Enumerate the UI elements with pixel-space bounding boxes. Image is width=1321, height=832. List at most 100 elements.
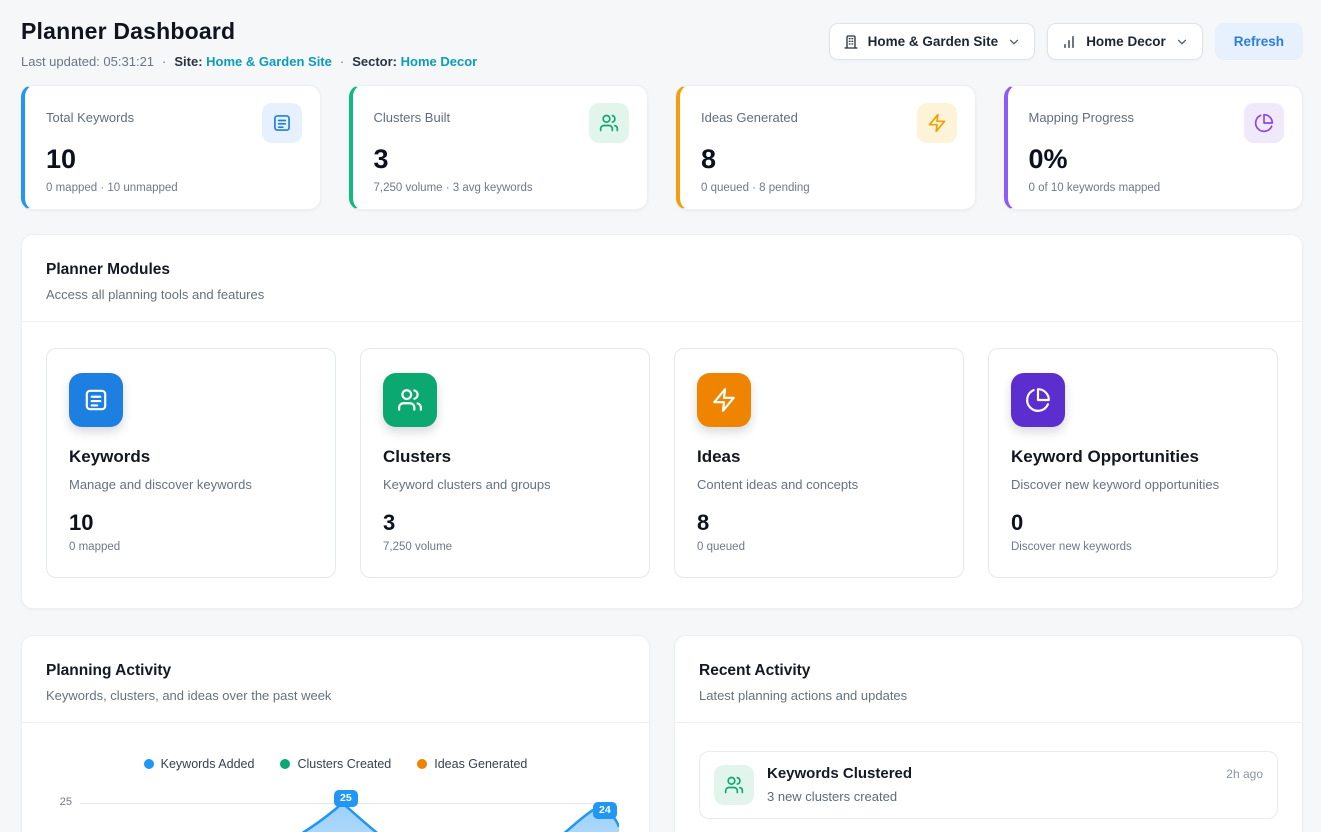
module-title: Keyword Opportunities bbox=[1011, 447, 1255, 467]
module-value: 0 bbox=[1011, 510, 1255, 536]
meta-separator: · bbox=[162, 54, 166, 69]
header-left: Planner Dashboard Last updated: 05:31:21… bbox=[21, 18, 477, 69]
meta-separator: · bbox=[340, 54, 344, 69]
header-controls: Home & Garden Site Home Decor Refresh bbox=[829, 23, 1303, 60]
stat-value: 0% bbox=[1029, 144, 1285, 175]
planner-modules-panel: Planner Modules Access all planning tool… bbox=[21, 234, 1303, 609]
sector-selector-label: Home Decor bbox=[1086, 34, 1166, 49]
legend-label: Clusters Created bbox=[297, 757, 391, 771]
activity-timestamp: 2h ago bbox=[1226, 767, 1263, 781]
activity-description: 3 new clusters created bbox=[767, 789, 1263, 804]
module-detail: 7,250 volume bbox=[383, 541, 627, 553]
stat-card-ideas-generated: Ideas Generated 8 0 queued · 8 pending bbox=[676, 85, 976, 210]
sector-selector-dropdown[interactable]: Home Decor bbox=[1047, 23, 1203, 60]
module-description: Discover new keyword opportunities bbox=[1011, 477, 1255, 492]
module-description: Content ideas and concepts bbox=[697, 477, 941, 492]
stat-card-total-keywords: Total Keywords 10 0 mapped · 10 unmapped bbox=[21, 85, 321, 210]
users-icon bbox=[589, 103, 629, 143]
planning-activity-body: Keywords Added Clusters Created Ideas Ge… bbox=[22, 723, 649, 832]
section-subtitle: Access all planning tools and features bbox=[46, 287, 1278, 302]
section-title: Planner Modules bbox=[46, 261, 1278, 279]
last-updated: Last updated: 05:31:21 bbox=[21, 54, 154, 69]
stat-value: 3 bbox=[374, 144, 630, 175]
note-icon bbox=[69, 373, 123, 427]
module-card-ideas[interactable]: Ideas Content ideas and concepts 8 0 que… bbox=[674, 348, 964, 578]
site-meta: Site: Home & Garden Site bbox=[174, 54, 332, 69]
legend-label: Keywords Added bbox=[161, 757, 255, 771]
legend-dot-green bbox=[280, 759, 290, 769]
module-card-clusters[interactable]: Clusters Keyword clusters and groups 3 7… bbox=[360, 348, 650, 578]
pie-chart-icon bbox=[1244, 103, 1284, 143]
stat-label: Ideas Generated bbox=[701, 110, 798, 125]
site-selector-dropdown[interactable]: Home & Garden Site bbox=[829, 23, 1036, 60]
module-card-keyword-opportunities[interactable]: Keyword Opportunities Discover new keywo… bbox=[988, 348, 1278, 578]
page-title: Planner Dashboard bbox=[21, 18, 477, 45]
stat-value: 8 bbox=[701, 144, 957, 175]
building-icon bbox=[843, 34, 859, 50]
chevron-down-icon bbox=[1007, 35, 1021, 49]
module-detail: 0 mapped bbox=[69, 541, 313, 553]
stat-detail: 0 mapped · 10 unmapped bbox=[46, 182, 302, 194]
module-detail: Discover new keywords bbox=[1011, 541, 1255, 553]
y-axis-tick: 25 bbox=[46, 796, 72, 808]
planning-activity-header: Planning Activity Keywords, clusters, an… bbox=[22, 636, 649, 723]
module-description: Keyword clusters and groups bbox=[383, 477, 627, 492]
stat-card-clusters-built: Clusters Built 3 7,250 volume · 3 avg ke… bbox=[349, 85, 649, 210]
stat-value: 10 bbox=[46, 144, 302, 175]
bottom-row: Planning Activity Keywords, clusters, an… bbox=[21, 635, 1303, 832]
legend-item-ideas-generated: Ideas Generated bbox=[417, 757, 527, 771]
bar-chart-icon bbox=[1061, 34, 1077, 50]
section-subtitle: Latest planning actions and updates bbox=[699, 688, 1278, 703]
chevron-down-icon bbox=[1175, 35, 1189, 49]
stat-detail: 0 of 10 keywords mapped bbox=[1029, 182, 1285, 194]
planning-activity-panel: Planning Activity Keywords, clusters, an… bbox=[21, 635, 650, 832]
users-icon bbox=[714, 765, 754, 805]
module-value: 10 bbox=[69, 510, 313, 536]
chart-legend: Keywords Added Clusters Created Ideas Ge… bbox=[46, 757, 625, 771]
planner-modules-header: Planner Modules Access all planning tool… bbox=[22, 235, 1302, 322]
section-subtitle: Keywords, clusters, and ideas over the p… bbox=[46, 688, 625, 703]
site-selector-label: Home & Garden Site bbox=[868, 34, 999, 49]
section-title: Planning Activity bbox=[46, 662, 625, 680]
page-meta: Last updated: 05:31:21 · Site: Home & Ga… bbox=[21, 54, 477, 69]
stat-label: Mapping Progress bbox=[1029, 110, 1135, 125]
stat-card-mapping-progress: Mapping Progress 0% 0 of 10 keywords map… bbox=[1004, 85, 1304, 210]
module-card-keywords[interactable]: Keywords Manage and discover keywords 10… bbox=[46, 348, 336, 578]
sector-link[interactable]: Home Decor bbox=[401, 54, 478, 69]
stat-label: Clusters Built bbox=[374, 110, 451, 125]
zap-icon bbox=[697, 373, 751, 427]
data-point-label: 24 bbox=[593, 802, 617, 819]
module-title: Keywords bbox=[69, 447, 313, 467]
module-detail: 0 queued bbox=[697, 541, 941, 553]
sector-meta: Sector: Home Decor bbox=[352, 54, 477, 69]
module-value: 3 bbox=[383, 510, 627, 536]
stat-detail: 0 queued · 8 pending bbox=[701, 182, 957, 194]
activity-area-chart: 25 25 24 bbox=[46, 787, 625, 832]
recent-activity-panel: Recent Activity Latest planning actions … bbox=[674, 635, 1303, 832]
legend-label: Ideas Generated bbox=[434, 757, 527, 771]
module-title: Ideas bbox=[697, 447, 941, 467]
header: Planner Dashboard Last updated: 05:31:21… bbox=[21, 18, 1303, 69]
legend-item-clusters-created: Clusters Created bbox=[280, 757, 391, 771]
recent-activity-body: Keywords Clustered 2h ago 3 new clusters… bbox=[675, 723, 1302, 832]
activity-item: Keywords Clustered 2h ago 3 new clusters… bbox=[699, 751, 1278, 819]
module-value: 8 bbox=[697, 510, 941, 536]
activity-title: Keywords Clustered bbox=[767, 765, 912, 782]
data-point-label: 25 bbox=[334, 790, 358, 807]
planner-dashboard-page: Planner Dashboard Last updated: 05:31:21… bbox=[0, 0, 1321, 832]
zap-icon bbox=[917, 103, 957, 143]
module-title: Clusters bbox=[383, 447, 627, 467]
legend-item-keywords-added: Keywords Added bbox=[144, 757, 255, 771]
stat-detail: 7,250 volume · 3 avg keywords bbox=[374, 182, 630, 194]
section-title: Recent Activity bbox=[699, 662, 1278, 680]
pie-chart-icon bbox=[1011, 373, 1065, 427]
users-icon bbox=[383, 373, 437, 427]
recent-activity-header: Recent Activity Latest planning actions … bbox=[675, 636, 1302, 723]
stat-label: Total Keywords bbox=[46, 110, 134, 125]
refresh-button[interactable]: Refresh bbox=[1215, 23, 1303, 60]
site-link[interactable]: Home & Garden Site bbox=[206, 54, 332, 69]
legend-dot-orange bbox=[417, 759, 427, 769]
legend-dot-blue bbox=[144, 759, 154, 769]
modules-grid: Keywords Manage and discover keywords 10… bbox=[22, 322, 1302, 608]
note-icon bbox=[262, 103, 302, 143]
